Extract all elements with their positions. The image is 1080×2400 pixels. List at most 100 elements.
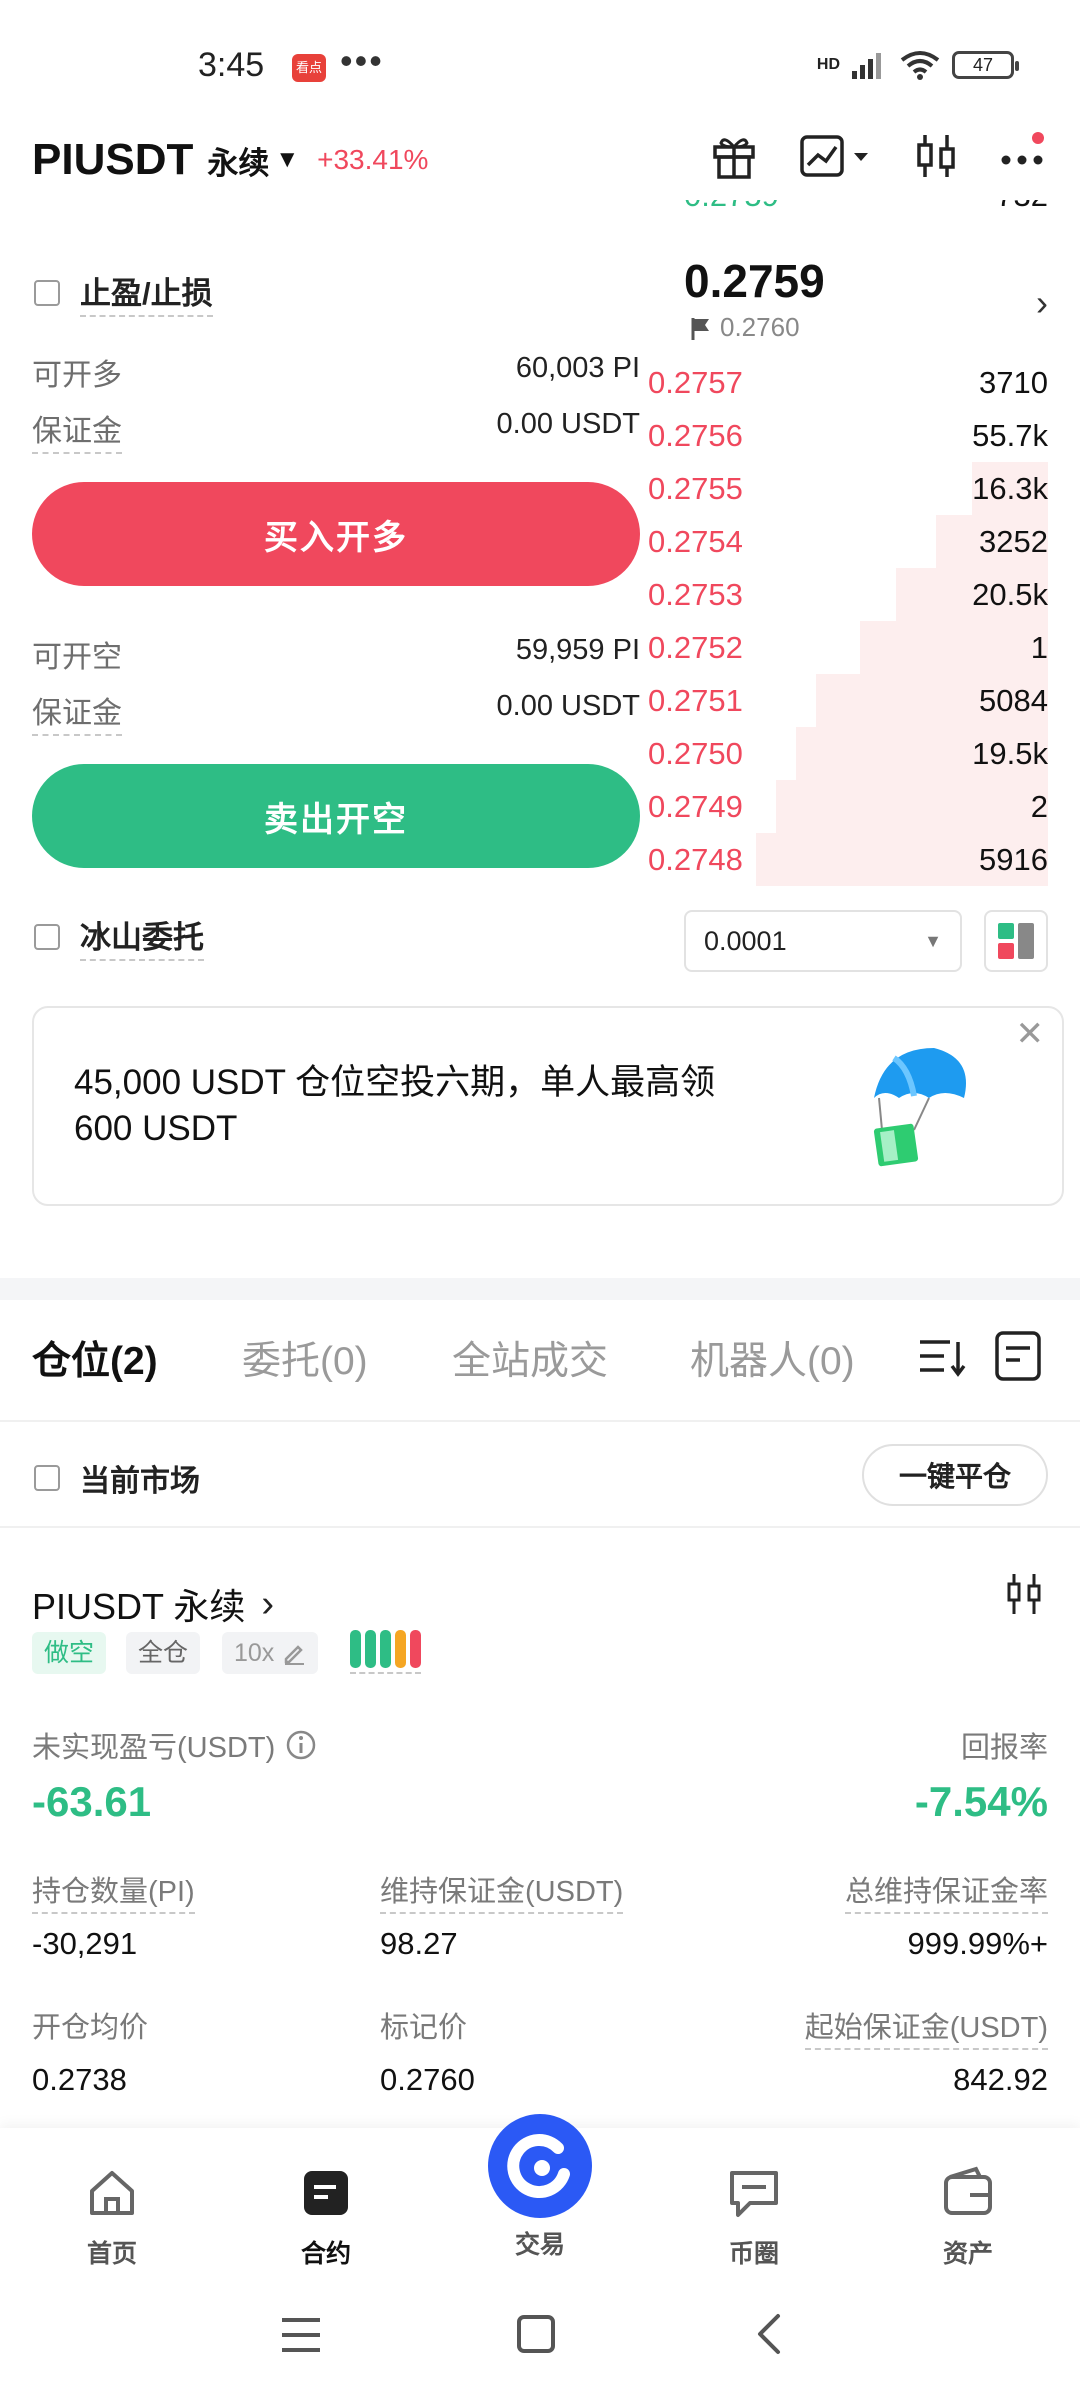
section-divider bbox=[0, 1278, 1080, 1300]
tab-positions[interactable]: 仓位(2) bbox=[32, 1330, 158, 1386]
nav-futures[interactable]: 合约 bbox=[266, 2165, 386, 2270]
long-margin-label[interactable]: 保证金 bbox=[32, 406, 122, 454]
short-margin-value: 0.00 USDT bbox=[496, 690, 640, 722]
nav-trade[interactable]: 交易 bbox=[480, 2112, 600, 2261]
trade-icon bbox=[488, 2114, 592, 2218]
position-chart-icon[interactable] bbox=[1004, 1572, 1044, 1621]
home-square-icon[interactable] bbox=[516, 2314, 556, 2359]
maint-margin-label[interactable]: 维持保证金(USDT) bbox=[380, 1868, 624, 1914]
partial-qty: 732 bbox=[996, 200, 1048, 214]
precision-value: 0.0001 bbox=[704, 925, 787, 956]
close-all-button[interactable]: 一键平仓 bbox=[862, 1444, 1048, 1506]
filter-divider bbox=[0, 1526, 1080, 1528]
maint-margin-rate-value: 999.99%+ bbox=[907, 1926, 1048, 1961]
ask-row[interactable]: 0.2748 5916 bbox=[648, 833, 1048, 886]
iceberg-checkbox[interactable] bbox=[34, 923, 60, 950]
ask-row[interactable]: 0.2753 20.5k bbox=[648, 568, 1048, 621]
menu-icon[interactable] bbox=[280, 2316, 322, 2359]
chart-dropdown-icon[interactable] bbox=[798, 128, 878, 184]
sell-short-button[interactable]: 卖出开空 bbox=[32, 764, 640, 868]
ask-row[interactable]: 0.2756 55.7k bbox=[648, 409, 1048, 462]
network-type-label: HD bbox=[816, 56, 840, 73]
gift-icon[interactable] bbox=[706, 128, 762, 184]
ask-row[interactable]: 0.2754 3252 bbox=[648, 515, 1048, 568]
ask-row[interactable]: 0.2749 2 bbox=[648, 780, 1048, 833]
tpsl-checkbox[interactable] bbox=[34, 279, 60, 306]
current-market-filter[interactable]: 当前市场 bbox=[34, 1456, 200, 1500]
ask-row[interactable]: 0.2757 3710 bbox=[648, 356, 1048, 409]
symbol-header[interactable]: PIUSDT 永续 ▼ +33.41% bbox=[32, 130, 428, 190]
leverage-tag[interactable]: 10x bbox=[222, 1632, 319, 1674]
ask-price: 0.2752 bbox=[648, 629, 743, 665]
long-available-value: 60,003 PI bbox=[515, 352, 640, 384]
current-market-checkbox[interactable] bbox=[34, 1465, 60, 1491]
tab-market-trades[interactable]: 全站成交 bbox=[452, 1330, 608, 1386]
back-icon[interactable] bbox=[754, 2312, 784, 2361]
chat-icon bbox=[730, 2171, 778, 2217]
ask-price: 0.2750 bbox=[648, 735, 743, 771]
ask-row[interactable]: 0.2752 1 bbox=[648, 621, 1048, 674]
entry-price-value: 0.2738 bbox=[32, 2062, 127, 2097]
ask-row[interactable]: 0.2750 19.5k bbox=[648, 727, 1048, 780]
buy-long-button[interactable]: 买入开多 bbox=[32, 482, 640, 586]
symbol-title: PIUSDT bbox=[32, 135, 194, 184]
risk-level-indicator[interactable] bbox=[350, 1630, 421, 1674]
orderbook-layout-icon[interactable] bbox=[984, 910, 1048, 972]
position-symbol: PIUSDT 永续 bbox=[32, 1586, 246, 1627]
info-icon[interactable] bbox=[285, 1729, 317, 1761]
price-change: +33.41% bbox=[317, 144, 429, 175]
ask-price: 0.2757 bbox=[648, 364, 743, 400]
nav-assets-label: 资产 bbox=[942, 2240, 993, 2268]
candlestick-icon[interactable] bbox=[908, 128, 964, 184]
iceberg-option[interactable]: 冰山委托 bbox=[34, 912, 204, 961]
unrealized-pnl-label: 未实现盈亏(USDT) bbox=[32, 1732, 276, 1764]
wifi-icon bbox=[900, 51, 940, 80]
nav-assets[interactable]: 资产 bbox=[908, 2165, 1028, 2270]
tab-bots[interactable]: 机器人(0) bbox=[690, 1330, 855, 1386]
tpsl-label: 止盈/止损 bbox=[80, 268, 213, 317]
nav-futures-label: 合约 bbox=[300, 2240, 351, 2268]
ask-qty: 55.7k bbox=[972, 417, 1048, 453]
more-menu-icon[interactable] bbox=[996, 128, 1052, 184]
app-notification-icon: 看点 bbox=[292, 54, 326, 82]
short-available-label: 可开空 bbox=[32, 641, 122, 674]
ask-qty: 1 bbox=[1030, 629, 1048, 665]
signal-icon bbox=[852, 53, 881, 79]
sort-filter-icon[interactable] bbox=[916, 1330, 968, 1387]
initial-margin-label[interactable]: 起始保证金(USDT) bbox=[804, 2004, 1048, 2050]
unrealized-pnl-value: -63.61 bbox=[32, 1778, 152, 1825]
tpsl-option[interactable]: 止盈/止损 bbox=[34, 268, 213, 317]
position-size-label[interactable]: 持仓数量(PI) bbox=[32, 1868, 195, 1914]
tab-orders[interactable]: 委托(0) bbox=[242, 1330, 368, 1386]
short-margin-label[interactable]: 保证金 bbox=[32, 688, 122, 736]
roe-value: -7.54% bbox=[914, 1778, 1048, 1825]
nav-home[interactable]: 首页 bbox=[52, 2165, 172, 2270]
mark-price-value: 0.2760 bbox=[380, 2062, 475, 2097]
nav-community[interactable]: 币圈 bbox=[694, 2165, 814, 2270]
ask-price: 0.2753 bbox=[648, 576, 743, 612]
nav-trade-label: 交易 bbox=[514, 2231, 565, 2259]
promo-banner[interactable]: 45,000 USDT 仓位空投六期，单人最高领 600 USDT ✕ bbox=[32, 1006, 1064, 1206]
ask-qty: 5916 bbox=[979, 841, 1048, 877]
ask-qty: 20.5k bbox=[972, 576, 1048, 612]
ask-row[interactable]: 0.2755 16.3k bbox=[648, 462, 1048, 515]
close-icon[interactable]: ✕ bbox=[1016, 1014, 1045, 1054]
mark-price: 0.2760 bbox=[720, 312, 800, 342]
chevron-down-icon: ▼ bbox=[275, 146, 300, 173]
ask-price: 0.2751 bbox=[648, 682, 743, 718]
entry-price-label: 开仓均价 bbox=[32, 2012, 149, 2044]
ask-row[interactable]: 0.2751 5084 bbox=[648, 674, 1048, 727]
home-icon bbox=[90, 2171, 134, 2215]
edit-icon bbox=[285, 1645, 305, 1665]
precision-select[interactable]: 0.0001 ▼ bbox=[684, 910, 962, 972]
promo-text: 45,000 USDT 仓位空投六期，单人最高领 600 USDT bbox=[74, 1063, 716, 1148]
ask-qty: 19.5k bbox=[972, 735, 1048, 771]
ask-qty: 3710 bbox=[979, 364, 1048, 400]
initial-margin-value: 842.92 bbox=[953, 2062, 1048, 2097]
chevron-right-icon[interactable]: › bbox=[1036, 282, 1048, 324]
history-document-icon[interactable] bbox=[994, 1330, 1042, 1387]
ask-price: 0.2756 bbox=[648, 417, 743, 453]
position-size-value: -30,291 bbox=[32, 1926, 138, 1961]
maint-margin-rate-label[interactable]: 总维持保证金率 bbox=[844, 1868, 1048, 1914]
position-title[interactable]: PIUSDT 永续 › bbox=[32, 1578, 274, 1630]
